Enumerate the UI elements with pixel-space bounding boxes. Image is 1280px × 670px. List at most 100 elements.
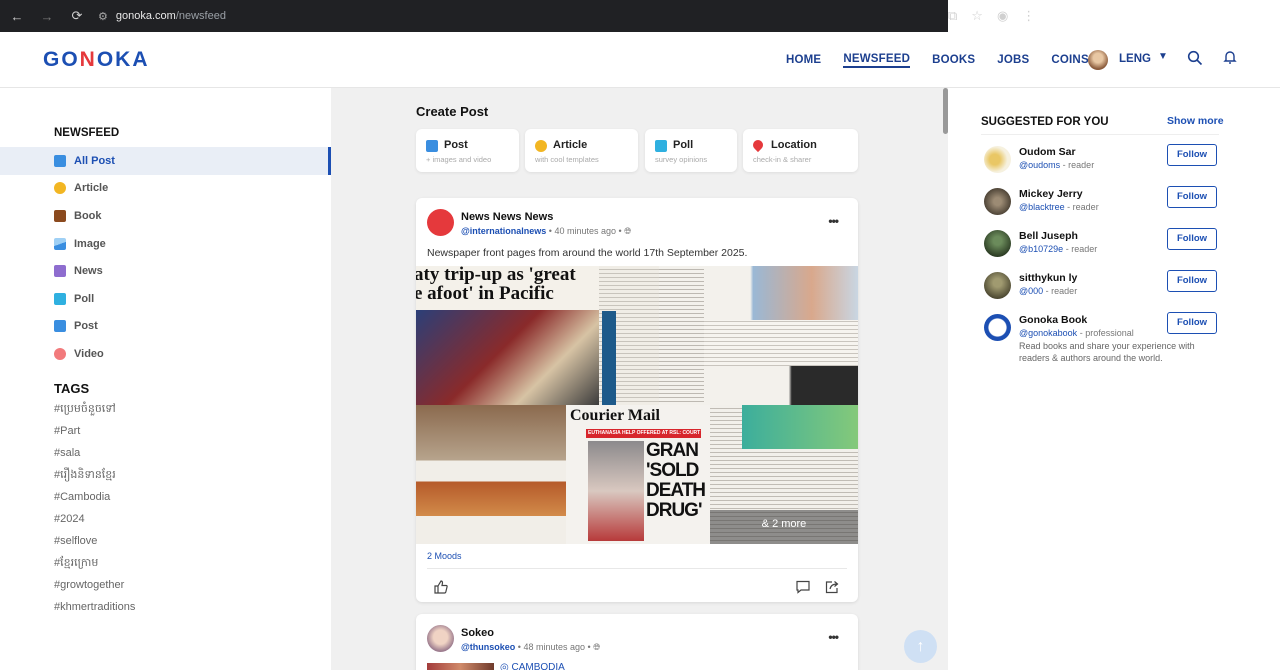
tag-link[interactable]: #Cambodia	[54, 486, 135, 508]
globe-icon: 🌐︎	[593, 642, 601, 652]
show-more-link[interactable]: Show more	[1167, 115, 1224, 127]
tag-link[interactable]: #khmertraditions	[54, 596, 135, 618]
sidebar-item-label: All Post	[74, 154, 115, 167]
bell-icon[interactable]	[1222, 49, 1238, 65]
tag-link[interactable]: #sala	[54, 442, 135, 464]
more-options-icon[interactable]: •••	[828, 214, 839, 228]
newspaper-image[interactable]	[704, 266, 858, 405]
create-option-sub: with cool templates	[535, 155, 599, 164]
more-images-label[interactable]: & 2 more	[710, 518, 858, 530]
sidebar-item-label: Image	[74, 237, 106, 250]
post-image-grid[interactable]: aty trip-up as 'great e afoot' in Pacifi…	[416, 266, 858, 544]
profile-icon[interactable]: ◉	[997, 8, 1008, 24]
suggestion-avatar[interactable]	[984, 272, 1011, 299]
newspaper-image[interactable]: Courier Mail EUTHANASIA HELP OFFERED AT …	[566, 405, 710, 544]
author-handle[interactable]: @thunsokeo	[461, 642, 515, 652]
suggestion-name[interactable]: Oudom Sar	[1019, 146, 1076, 158]
create-location-option[interactable]: Location check-in & sharer	[743, 129, 858, 172]
reload-icon[interactable]: ⟳	[70, 8, 84, 24]
user-avatar[interactable]	[1088, 50, 1108, 70]
newspaper-image[interactable]: & 2 more	[710, 405, 858, 544]
suggestion-avatar[interactable]	[984, 188, 1011, 215]
caret-down-icon[interactable]: ▼	[1158, 51, 1168, 62]
sidebar-item-book[interactable]: Book	[0, 202, 331, 230]
moods-count[interactable]: 2 Moods	[427, 551, 462, 561]
follow-button[interactable]: Follow	[1167, 312, 1217, 334]
follow-button[interactable]: Follow	[1167, 186, 1217, 208]
nav-coins[interactable]: COINS	[1051, 54, 1088, 66]
suggestion-name[interactable]: Gonoka Book	[1019, 314, 1087, 326]
bookmark-star-icon[interactable]: ☆	[971, 8, 983, 24]
like-icon[interactable]	[433, 579, 449, 595]
news-icon	[54, 265, 66, 278]
newspaper-image[interactable]	[416, 405, 566, 544]
site-info-icon[interactable]: ⚙	[98, 10, 108, 23]
post-icon	[54, 320, 66, 333]
sidebar-item-video[interactable]: Video	[0, 340, 331, 368]
sidebar-item-label: News	[74, 265, 103, 278]
create-article-option[interactable]: Article with cool templates	[525, 129, 638, 172]
suggestion-name[interactable]: Bell Juseph	[1019, 230, 1078, 242]
gonoka-logo[interactable]: GONOKA	[43, 48, 150, 72]
nav-home[interactable]: HOME	[786, 54, 821, 66]
forward-icon[interactable]: →	[40, 9, 54, 24]
author-name[interactable]: Sokeo	[461, 627, 494, 639]
tag-link[interactable]: #Part	[54, 420, 135, 442]
suggestion-avatar[interactable]	[984, 146, 1011, 173]
follow-button[interactable]: Follow	[1167, 144, 1217, 166]
author-name[interactable]: News News News	[461, 211, 553, 223]
nav-books[interactable]: BOOKS	[932, 54, 975, 66]
newspaper-image[interactable]	[599, 266, 659, 405]
nav-jobs[interactable]: JOBS	[997, 54, 1029, 66]
scroll-to-top-button[interactable]: ↑	[904, 630, 937, 663]
nav-newsfeed[interactable]: NEWSFEED	[843, 53, 911, 68]
sidebar-item-news[interactable]: News	[0, 257, 331, 285]
follow-button[interactable]: Follow	[1167, 270, 1217, 292]
poll-icon	[655, 140, 667, 152]
create-post-option[interactable]: Post + images and video	[416, 129, 519, 172]
sidebar-item-post[interactable]: Post	[0, 313, 331, 341]
create-option-label: Poll	[673, 139, 694, 151]
sidebar-item-poll[interactable]: Poll	[0, 285, 331, 313]
more-options-icon[interactable]: •••	[828, 630, 839, 644]
sidebar-item-article[interactable]: Article	[0, 175, 331, 203]
newspaper-image[interactable]: aty trip-up as 'great e afoot' in Pacifi…	[416, 266, 599, 405]
share-icon[interactable]	[824, 579, 840, 595]
comment-icon[interactable]	[795, 579, 811, 595]
site-header: GONOKA HOME NEWSFEED BOOKS JOBS COINS LE…	[0, 32, 1280, 88]
search-icon[interactable]	[1187, 50, 1203, 66]
browser-menu-icon[interactable]: ⋮	[1022, 8, 1035, 24]
install-icon[interactable]: ⧉	[948, 8, 957, 24]
tag-link[interactable]: #រឿងនិទានខ្មែរ	[54, 464, 135, 486]
sidebar-item-image[interactable]: Image	[0, 230, 331, 258]
suggestion-avatar[interactable]	[984, 230, 1011, 257]
suggestion-name[interactable]: sitthykun ly	[1019, 272, 1077, 284]
suggestion-name[interactable]: Mickey Jerry	[1019, 188, 1083, 200]
author-avatar[interactable]	[427, 625, 454, 652]
sidebar-item-all-post[interactable]: All Post	[0, 147, 331, 175]
back-icon[interactable]: ←	[10, 9, 24, 24]
post-time: 40 minutes ago	[554, 226, 616, 236]
tag-link[interactable]: #ប្រេមចំនួចទៅ	[54, 398, 135, 420]
address-bar[interactable]: ⚙ gonoka.com/newsfeed	[98, 10, 226, 23]
suggestion-handle: @b10729e - reader	[1019, 244, 1098, 254]
tag-link[interactable]: #growtogether	[54, 574, 135, 596]
newspaper-image[interactable]	[659, 266, 704, 405]
user-name[interactable]: LENG	[1119, 53, 1151, 65]
courier-masthead: Courier Mail	[570, 407, 660, 424]
create-option-label: Article	[553, 139, 588, 151]
tag-link[interactable]: #selflove	[54, 530, 135, 552]
newsfeed-main: Create Post Post + images and video Arti…	[331, 88, 948, 670]
post-thumbnail[interactable]	[427, 663, 494, 670]
tag-link[interactable]: #ខ្មែរក្រោម	[54, 552, 135, 574]
create-option-label: Location	[771, 139, 817, 151]
author-avatar[interactable]	[427, 209, 454, 236]
sidebar-item-label: Poll	[74, 292, 95, 305]
post-location[interactable]: ◎ CAMBODIA	[500, 662, 565, 670]
create-poll-option[interactable]: Poll survey opinions	[645, 129, 737, 172]
suggestion-avatar[interactable]	[984, 314, 1011, 341]
create-option-sub: survey opinions	[655, 155, 708, 164]
follow-button[interactable]: Follow	[1167, 228, 1217, 250]
author-handle[interactable]: @internationalnews	[461, 226, 546, 236]
tag-link[interactable]: #2024	[54, 508, 135, 530]
